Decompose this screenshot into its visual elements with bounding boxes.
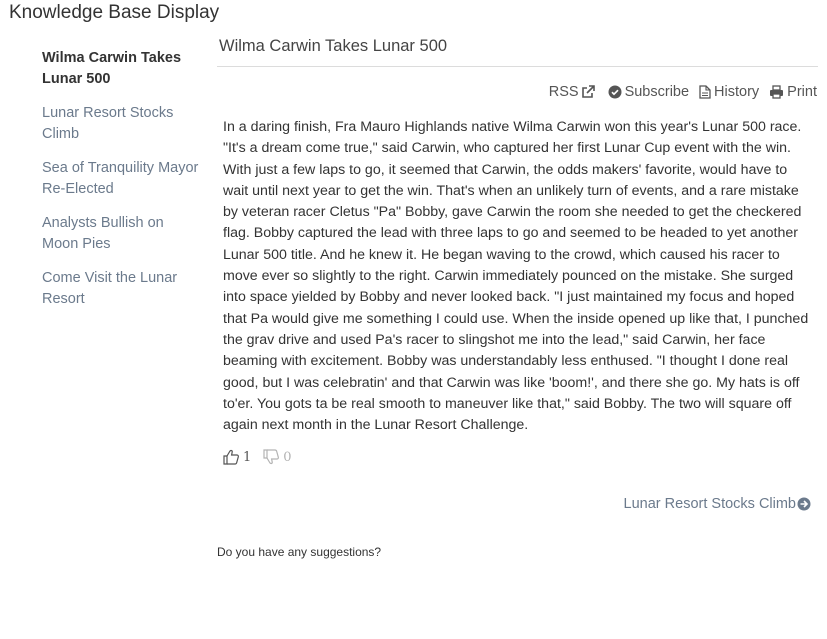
printer-icon bbox=[770, 85, 784, 99]
sidebar-item-lunar-resort-stocks[interactable]: Lunar Resort Stocks Climb bbox=[42, 103, 202, 145]
next-article-link[interactable]: Lunar Resort Stocks Climb bbox=[624, 496, 811, 512]
print-button[interactable]: Print bbox=[767, 84, 817, 100]
external-link-icon bbox=[581, 85, 595, 98]
thumbs-up-button[interactable]: 1 bbox=[223, 449, 251, 465]
history-label: History bbox=[714, 84, 760, 100]
sidebar-item-moon-pies[interactable]: Analysts Bullish on Moon Pies bbox=[42, 213, 202, 255]
thumbs-up-count: 1 bbox=[243, 449, 252, 465]
article-toolbar: RSS Subscribe History Print bbox=[541, 84, 817, 100]
history-button[interactable]: History bbox=[697, 84, 759, 100]
check-circle-icon bbox=[608, 85, 622, 99]
rss-button[interactable]: RSS bbox=[549, 84, 598, 100]
subscribe-button[interactable]: Subscribe bbox=[606, 84, 689, 100]
thumbs-down-icon bbox=[263, 449, 280, 465]
sidebar: Wilma Carwin Takes Lunar 500 Lunar Resor… bbox=[42, 48, 202, 323]
thumbs-down-button[interactable]: 0 bbox=[263, 449, 292, 465]
sidebar-item-wilma-carwin[interactable]: Wilma Carwin Takes Lunar 500 bbox=[42, 48, 202, 90]
sidebar-item-visit-lunar-resort[interactable]: Come Visit the Lunar Resort bbox=[42, 268, 202, 310]
subscribe-label: Subscribe bbox=[624, 84, 690, 100]
app-title: Knowledge Base Display bbox=[9, 2, 220, 23]
rss-label: RSS bbox=[548, 84, 579, 100]
next-article-label: Lunar Resort Stocks Climb bbox=[623, 496, 796, 512]
thumbs-down-count: 0 bbox=[283, 449, 292, 465]
article-title: Wilma Carwin Takes Lunar 500 bbox=[219, 37, 448, 55]
suggestions-prompt: Do you have any suggestions? bbox=[217, 545, 382, 559]
document-icon bbox=[699, 85, 711, 99]
article-body: In a daring finish, Fra Mauro Highlands … bbox=[223, 119, 809, 434]
print-label: Print bbox=[787, 84, 817, 100]
vote-bar: 1 0 bbox=[223, 449, 304, 465]
sidebar-item-tranquility-mayor[interactable]: Sea of Tranquility Mayor Re-Elected bbox=[42, 158, 202, 200]
thumbs-up-icon bbox=[223, 449, 239, 465]
title-divider bbox=[217, 66, 818, 67]
arrow-circle-right-icon bbox=[797, 497, 811, 511]
